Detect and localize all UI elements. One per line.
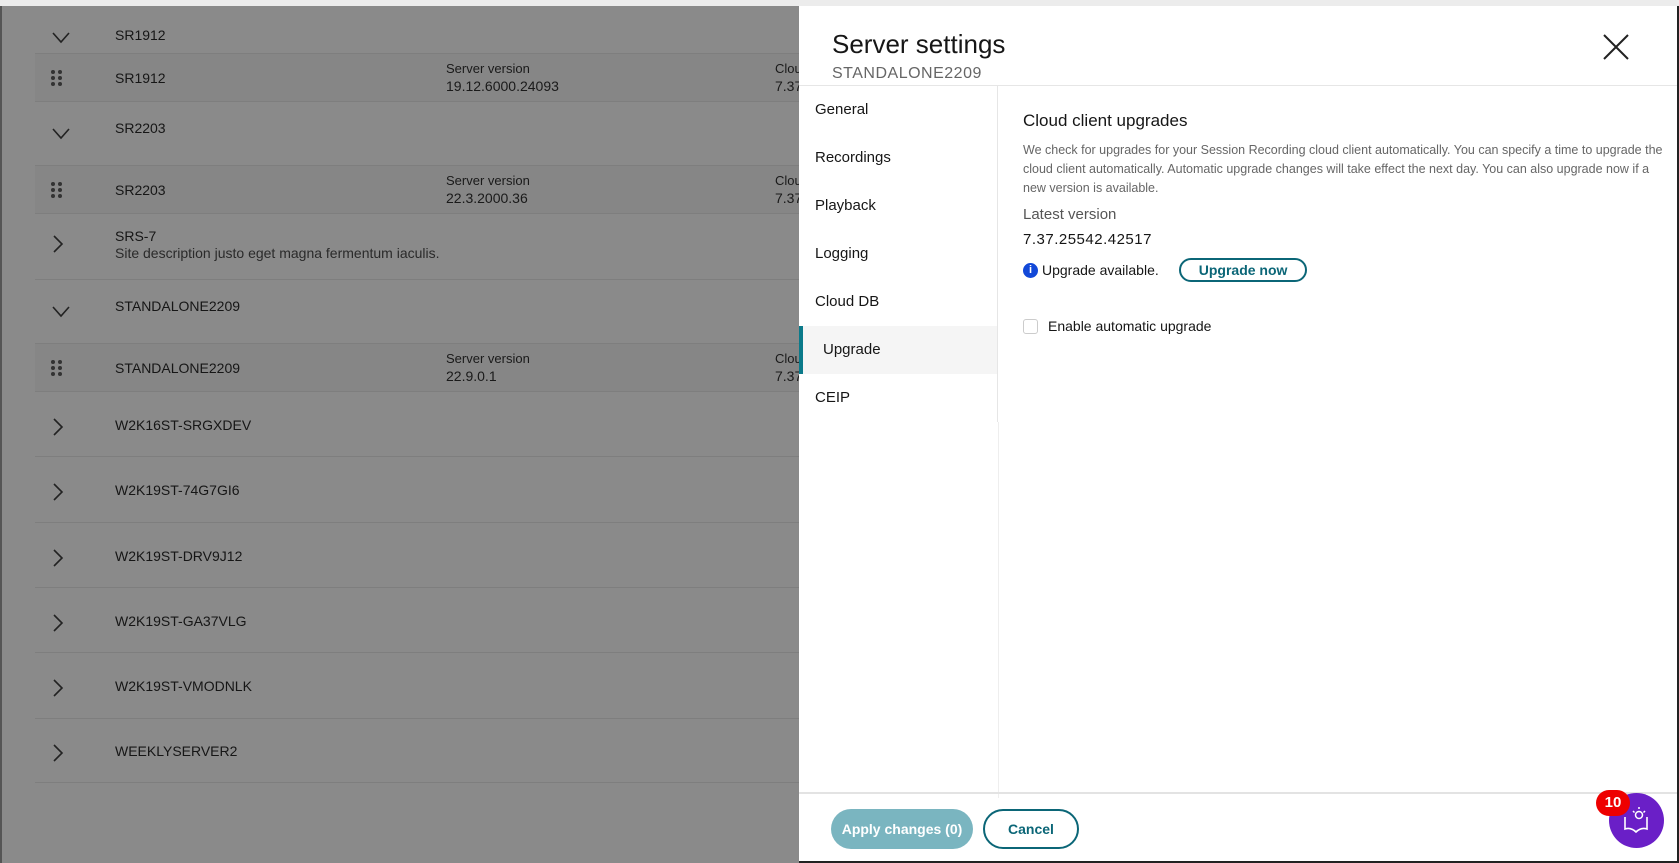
auto-upgrade-label[interactable]: Enable automatic upgrade [1048, 318, 1211, 334]
close-icon[interactable] [1601, 32, 1631, 62]
upgrade-available-text: Upgrade available. [1042, 262, 1159, 278]
cancel-button[interactable]: Cancel [983, 809, 1079, 849]
chevron-right-icon[interactable] [52, 742, 64, 768]
panel-subtitle: STANDALONE2209 [832, 65, 982, 82]
server-row[interactable]: STANDALONE2209 Server version 22.9.0.1 Clou… [35, 344, 835, 392]
row-name: WEEKLYSERVER2 [115, 743, 238, 759]
row-name: SR2203 [115, 182, 166, 198]
nav-item-upgrade[interactable]: Upgrade [799, 326, 997, 374]
info-icon: i [1023, 262, 1038, 278]
row-name: W2K19ST-GA37VLG [115, 612, 247, 629]
server-version: Server version 22.3.2000.36 [446, 173, 530, 206]
row-name: W2K19ST-DRV9J12 [115, 547, 243, 564]
nav-item-cloud-db[interactable]: Cloud DB [799, 278, 997, 326]
server-version-value: 19.12.6000.24093 [446, 78, 559, 94]
chevron-down-icon[interactable] [52, 120, 70, 146]
chevron-down-icon[interactable] [52, 298, 70, 324]
panel-title: Server settings [832, 29, 1006, 59]
chevron-right-icon[interactable] [52, 416, 64, 442]
row-name: SR2203 [115, 120, 166, 136]
row-name: W2K19ST-74G7GI6 [115, 482, 240, 498]
server-list: SR1912 SR1912 Server version 19.12.6000.240… [0, 6, 835, 863]
site-row[interactable]: W2K19ST-DRV9J12 [35, 523, 835, 588]
notification-badge: 10 [1596, 790, 1630, 816]
drag-handle-icon[interactable] [51, 182, 62, 198]
site-row[interactable]: W2K19ST-74G7GI6 [35, 457, 835, 523]
chevron-right-icon[interactable] [52, 547, 64, 573]
auto-upgrade-checkbox-row[interactable]: Enable automatic upgrade [1023, 318, 1663, 334]
site-row[interactable]: SRS-7 Site description justo eget magna f… [35, 214, 835, 280]
apply-changes-button[interactable]: Apply changes (0) [831, 809, 973, 849]
drag-handle-icon[interactable] [51, 70, 62, 86]
server-version-value: 22.9.0.1 [446, 368, 497, 384]
row-name: W2K16ST-SRGXDEV [115, 416, 252, 433]
auto-upgrade-checkbox[interactable] [1023, 318, 1038, 334]
server-row[interactable]: SR2203 Server version 22.3.2000.36 Cloud cl… [35, 166, 835, 214]
upgrade-content: Cloud client upgrades We check for upgra… [1023, 86, 1663, 334]
site-row[interactable]: SR1912 [35, 0, 835, 54]
nav-item-playback[interactable]: Playback [799, 182, 997, 230]
site-row[interactable]: SR2203 [35, 102, 835, 166]
cloud-client-version: Cloud client version 7.37.25542.42517 [775, 61, 802, 94]
chevron-right-icon[interactable] [52, 481, 64, 507]
drag-handle-icon[interactable] [51, 360, 62, 376]
chevron-down-icon[interactable] [52, 24, 70, 50]
row-name: STANDALONE2209 [115, 298, 241, 314]
nav-item-recordings[interactable]: Recordings [799, 134, 997, 182]
section-heading: Cloud client upgrades [1023, 111, 1188, 130]
chevron-right-icon[interactable] [52, 612, 64, 638]
chevron-right-icon[interactable] [52, 233, 64, 259]
upgrade-status: i Upgrade available. Upgrade now [1023, 258, 1663, 282]
cloud-version-value: 7.37.25542.42517 [775, 190, 802, 206]
server-version: Server version 22.9.0.1 [446, 351, 530, 384]
server-version-label: Server version [446, 61, 530, 76]
row-name: STANDALONE2209 [115, 360, 241, 376]
server-version-label: Server version [446, 173, 530, 188]
cloud-version-label: Cloud client version [775, 61, 802, 76]
latest-version-value: 7.37.25542.42517 [1023, 231, 1152, 248]
footer-divider [799, 792, 1677, 794]
site-row[interactable]: STANDALONE2209 [35, 280, 835, 344]
row-name: SR1912 [115, 27, 166, 43]
server-version-value: 22.3.2000.36 [446, 190, 528, 206]
cloud-version-value: 7.37.25542.42517 [775, 368, 802, 384]
site-row[interactable]: W2K19ST-GA37VLG [35, 588, 835, 653]
row-name: SR1912 [115, 70, 166, 86]
section-description: We check for upgrades for your Session R… [1023, 143, 1663, 195]
row-name: W2K19ST-VMODNLK [115, 678, 252, 694]
cloud-version-value: 7.37.25542.42517 [775, 78, 802, 94]
row-name: SRS-7 [115, 228, 157, 244]
latest-version-label: Latest version [1023, 206, 1117, 223]
nav-item-general[interactable]: General [799, 86, 997, 134]
upgrade-now-button[interactable]: Upgrade now [1178, 258, 1308, 282]
settings-nav: General Recordings Playback Logging Cloud DB… [799, 86, 998, 422]
cloud-version-label: Cloud client version [775, 173, 802, 188]
site-row[interactable]: W2K19ST-VMODNLK [35, 653, 835, 719]
nav-divider [998, 422, 999, 798]
server-settings-panel: Server settings STANDALONE2209 General Re… [799, 6, 1679, 863]
cloud-client-version: Cloud client version 7.37.25542.42517 [775, 173, 802, 206]
nav-item-ceip[interactable]: CEIP [799, 374, 997, 422]
row-description: Site description justo eget magna fermen… [115, 245, 440, 261]
server-version: Server version 19.12.6000.24093 [446, 61, 559, 94]
cloud-client-version: Cloud client version 7.37.25542.42517 [775, 351, 802, 384]
server-row[interactable]: SR1912 Server version 19.12.6000.24093 Clou… [35, 54, 835, 102]
chevron-right-icon[interactable] [52, 677, 64, 703]
site-row[interactable]: W2K16ST-SRGXDEV [35, 392, 835, 457]
site-row[interactable]: WEEKLYSERVER2 [35, 719, 835, 783]
cloud-version-label: Cloud client version [775, 351, 802, 366]
server-version-label: Server version [446, 351, 530, 366]
nav-item-logging[interactable]: Logging [799, 230, 997, 278]
